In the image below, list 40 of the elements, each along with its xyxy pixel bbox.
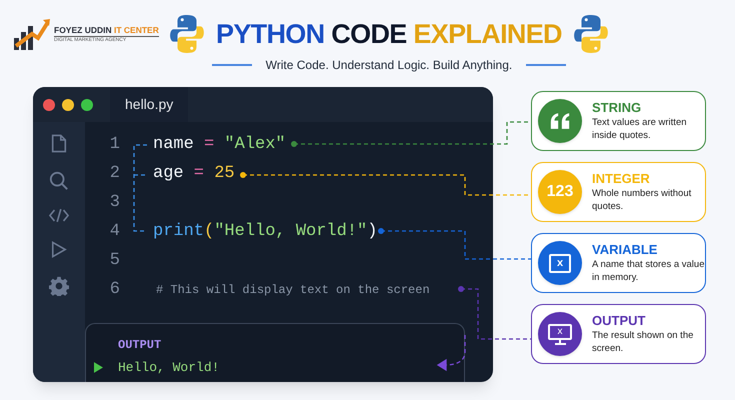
page-title: PYTHON CODE EXPLAINED — [216, 18, 562, 51]
output-text: Hello, World! — [118, 359, 220, 377]
minimize-button[interactable] — [62, 98, 74, 110]
logo-icon — [168, 12, 206, 56]
number-icon: 123 — [546, 180, 574, 204]
code-comment: # This will display text on the screen — [156, 282, 430, 298]
card-description: A name that stores a value in memory. — [592, 258, 706, 284]
code-line: print("Hello, World!") — [153, 220, 378, 243]
output-label: OUTPUT — [118, 337, 162, 354]
card-title: STRING — [592, 100, 642, 116]
variable-box-icon: x — [549, 254, 571, 272]
settings-icon[interactable] — [49, 276, 69, 296]
card-title: OUTPUT — [592, 313, 646, 329]
subtitle: Write Code. Understand Logic. Build Anything. — [266, 57, 512, 74]
file-tab[interactable]: hello.py — [110, 87, 188, 122]
line-number: 5 — [108, 250, 120, 272]
code-line: name = "Alex" — [153, 134, 286, 156]
code-line: age = 25 — [153, 162, 235, 185]
run-icon[interactable] — [51, 240, 67, 259]
line-number: 2 — [108, 162, 120, 185]
logo-icon — [572, 12, 610, 56]
line-number: 1 — [108, 134, 120, 156]
logo-text: FOYEZ UDDIN IT CENTER — [54, 24, 159, 34]
line-number: 4 — [108, 220, 120, 243]
chart-logo-icon — [12, 16, 52, 52]
card-title: VARIABLE — [592, 242, 658, 258]
line-number: 3 — [108, 192, 120, 214]
file-icon[interactable] — [50, 133, 68, 154]
search-icon[interactable] — [49, 171, 69, 191]
card-title: INTEGER — [592, 171, 651, 187]
code-icon[interactable] — [49, 208, 69, 223]
card-description: Whole numbers without quotes. — [592, 187, 692, 213]
close-button[interactable] — [43, 98, 55, 110]
maximize-button[interactable] — [81, 98, 93, 110]
quote-icon — [549, 112, 571, 130]
line-number: 6 — [108, 278, 120, 301]
card-description: The result shown on the screen. — [592, 329, 694, 355]
arrow-line — [436, 335, 466, 372]
play-icon — [94, 362, 103, 374]
card-description: Text values are written inside quotes. — [592, 116, 688, 142]
